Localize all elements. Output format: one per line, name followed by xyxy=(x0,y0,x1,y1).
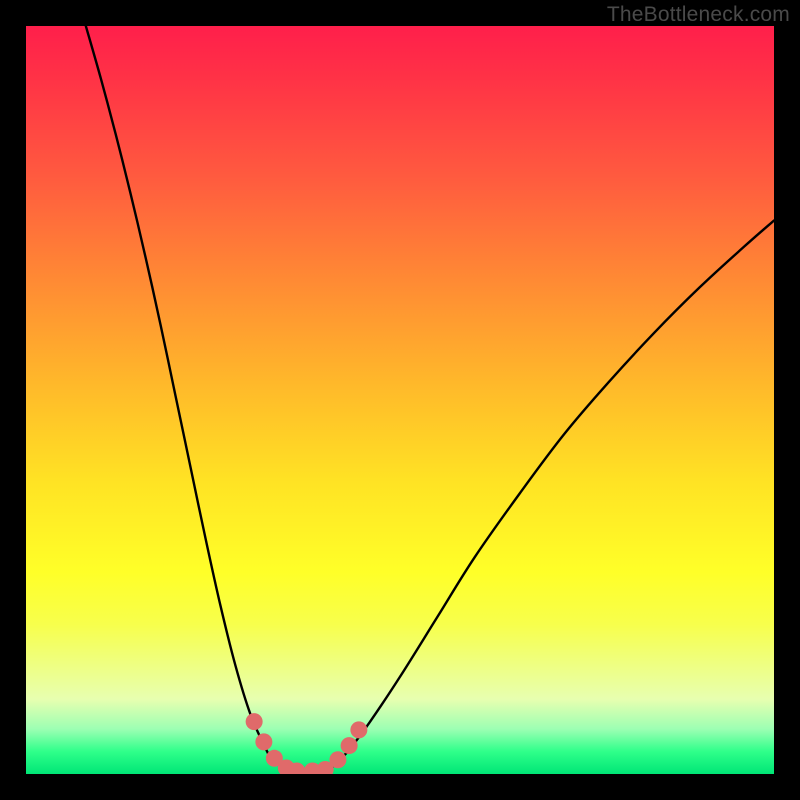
marker-right-lower xyxy=(329,751,346,768)
marker-right-upper xyxy=(350,721,367,738)
series-right-curve xyxy=(333,220,774,766)
plot-area xyxy=(26,26,774,774)
marker-group xyxy=(246,713,368,774)
chart-frame xyxy=(0,0,800,800)
marker-left-upper xyxy=(246,713,263,730)
marker-right-mid xyxy=(341,737,358,754)
chart-svg xyxy=(26,26,774,774)
series-left-curve xyxy=(86,26,284,767)
marker-left-mid xyxy=(255,733,272,750)
curve-group xyxy=(86,26,774,771)
